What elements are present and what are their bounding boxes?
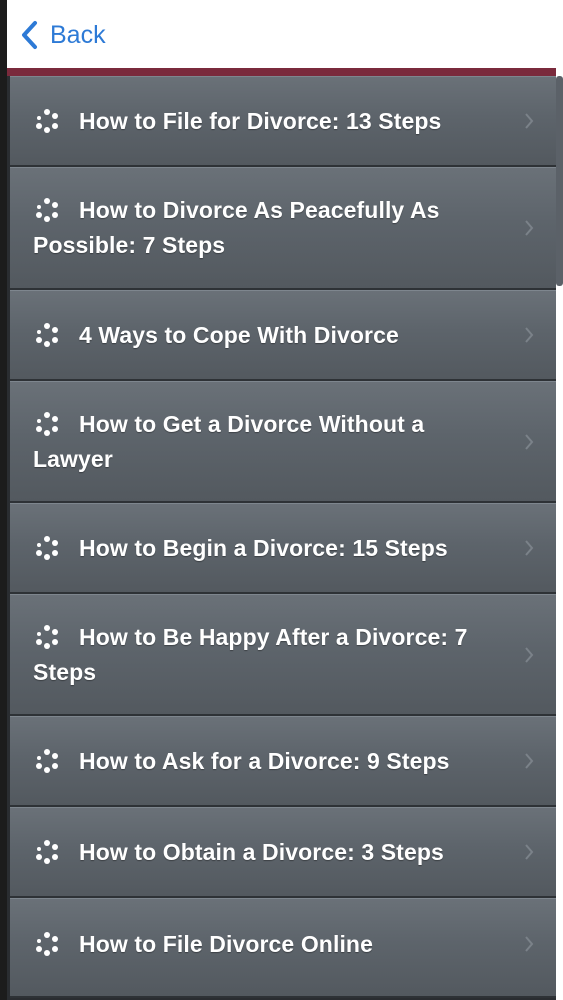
list-item-content: 4 Ways to Cope With Divorce: [10, 291, 556, 379]
scrollbar-thumb[interactable]: [556, 76, 563, 286]
article-list[interactable]: How to File for Divorce: 13 Steps How to…: [10, 76, 556, 1000]
list-item[interactable]: How to Divorce As Peacefully As Possible…: [10, 167, 556, 290]
list-item[interactable]: How to File Divorce Online: [10, 898, 556, 998]
chevron-right-icon: [525, 327, 534, 343]
list-item[interactable]: How to File for Divorce: 13 Steps: [10, 76, 556, 167]
list-item-label: How to Get a Divorce Without a Lawyer: [33, 410, 425, 472]
list-item-label: How to File for Divorce: 13 Steps: [79, 107, 442, 134]
list-item-text: How to Be Happy After a Divorce: 7 Steps: [33, 620, 504, 690]
spinner-dots-icon: [36, 748, 58, 773]
list-item-content: How to Divorce As Peacefully As Possible…: [10, 168, 556, 288]
spinner-dots-icon: [36, 535, 58, 560]
list-item-content: How to Begin a Divorce: 15 Steps: [10, 504, 556, 592]
list-item-content: How to File for Divorce: 13 Steps: [10, 77, 556, 165]
list-item[interactable]: How to Obtain a Divorce: 3 Steps: [10, 807, 556, 898]
spinner-dots-icon: [36, 624, 58, 649]
list-item-text: How to Ask for a Divorce: 9 Steps: [33, 744, 450, 779]
list-item-label: How to Divorce As Peacefully As Possible…: [33, 197, 440, 258]
spinner-dots-icon: [36, 108, 58, 133]
spinner-dots-icon: [36, 839, 58, 864]
list-item[interactable]: 4 Ways to Cope With Divorce: [10, 290, 556, 381]
list-item-label: How to Be Happy After a Divorce: 7 Steps: [33, 623, 468, 685]
chevron-right-icon: [525, 433, 534, 450]
spinner-dots-icon: [36, 322, 58, 347]
chevron-right-icon: [525, 753, 534, 769]
list-item-content: How to File Divorce Online: [10, 899, 556, 990]
list-item-text: How to Divorce As Peacefully As Possible…: [33, 193, 504, 263]
top-navigation-bar: Back: [7, 0, 563, 68]
list-item-content: How to Be Happy After a Divorce: 7 Steps: [10, 595, 556, 714]
list-item-content: How to Get a Divorce Without a Lawyer: [10, 382, 556, 501]
accent-divider: [7, 68, 556, 76]
list-item[interactable]: How to Ask for a Divorce: 9 Steps: [10, 716, 556, 807]
list-item-text: How to Begin a Divorce: 15 Steps: [33, 531, 448, 566]
chevron-right-icon: [525, 646, 534, 663]
chevron-right-icon: [525, 844, 534, 860]
list-item-text: How to Get a Divorce Without a Lawyer: [33, 407, 504, 477]
spinner-dots-icon: [36, 198, 58, 222]
list-item-text: How to Obtain a Divorce: 3 Steps: [33, 835, 444, 870]
chevron-right-icon: [525, 540, 534, 556]
list-item-label: How to Begin a Divorce: 15 Steps: [79, 534, 448, 561]
list-item-label: How to Ask for a Divorce: 9 Steps: [79, 747, 450, 774]
list-item-label: How to File Divorce Online: [79, 931, 373, 957]
app-screen: Back How to File for Divorce: 13 Steps H…: [0, 0, 563, 1000]
spinner-dots-icon: [36, 932, 58, 956]
back-button[interactable]: Back: [19, 18, 106, 52]
list-item[interactable]: How to Be Happy After a Divorce: 7 Steps: [10, 594, 556, 716]
list-item-content: How to Obtain a Divorce: 3 Steps: [10, 808, 556, 896]
window-left-edge: [0, 0, 7, 1000]
list-item-text: How to File for Divorce: 13 Steps: [33, 104, 441, 139]
list-item-label: 4 Ways to Cope With Divorce: [79, 321, 399, 348]
list-item-label: How to Obtain a Divorce: 3 Steps: [79, 838, 444, 865]
list-item[interactable]: How to Get a Divorce Without a Lawyer: [10, 381, 556, 503]
chevron-right-icon: [525, 220, 534, 236]
list-item-content: How to Ask for a Divorce: 9 Steps: [10, 717, 556, 805]
list-item-text: 4 Ways to Cope With Divorce: [33, 318, 399, 353]
back-label: Back: [50, 21, 106, 49]
chevron-right-icon: [525, 113, 534, 129]
chevron-left-icon: [22, 21, 37, 49]
chevron-right-icon: [525, 936, 534, 952]
list-item[interactable]: How to Begin a Divorce: 15 Steps: [10, 503, 556, 594]
spinner-dots-icon: [36, 411, 58, 436]
list-item-text: How to File Divorce Online: [33, 927, 373, 962]
